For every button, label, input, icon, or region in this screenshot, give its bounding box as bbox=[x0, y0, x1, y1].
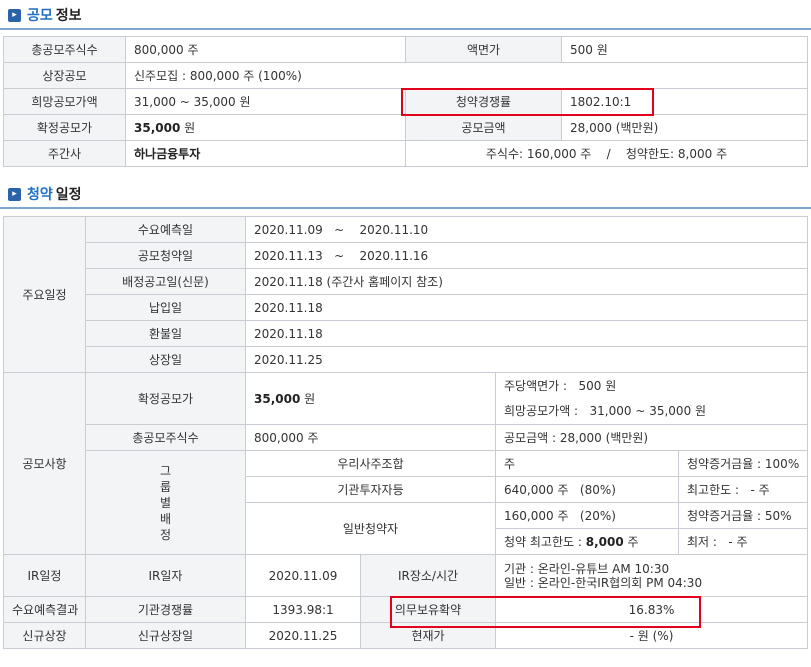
general-limit-value: 8,000 bbox=[585, 535, 624, 549]
offer-section-label: 공모사항 bbox=[3, 372, 86, 555]
final-price-unit: 원 bbox=[180, 121, 196, 135]
inst-competition-label: 기관경쟁률 bbox=[85, 596, 246, 623]
offering-title-highlight: 공모 bbox=[27, 8, 53, 24]
bullet-arrow-icon: ▸ bbox=[8, 187, 21, 201]
schedule-label: 공모청약일 bbox=[85, 242, 246, 269]
offering-divider bbox=[0, 28, 811, 30]
final-price-label: 확정공모가 bbox=[3, 114, 126, 141]
confirmed-price-value: 35,000 bbox=[254, 392, 301, 406]
par-value: 주당액면가 : 500 원 bbox=[504, 378, 617, 393]
underwriter-value: 하나금융투자 bbox=[125, 140, 406, 167]
amount-label: 공모금액 bbox=[405, 114, 562, 141]
offering-table: 총공모주식수 800,000 주 액면가 500 원 상장공모 신주모집 : 8… bbox=[3, 36, 808, 167]
employee-deposit: 청약증거금율 : 100% bbox=[677, 450, 809, 477]
current-price-value: - 원 (%) bbox=[494, 622, 809, 649]
face-value-label: 액면가 bbox=[405, 36, 562, 63]
confirmed-price-cell: 35,000 원 bbox=[245, 372, 496, 425]
lockup-value: 16.83% bbox=[494, 596, 809, 623]
current-price-label: 현재가 bbox=[360, 622, 496, 649]
lockup-label: 의무보유확약 bbox=[360, 596, 496, 623]
final-price-value: 35,000 bbox=[134, 121, 181, 135]
general-limit-cell: 청약 최고한도 : 8,000 주 bbox=[495, 528, 679, 555]
group-allocation-label: 그 룹 별 배 정 bbox=[85, 450, 246, 555]
ir-label: IR일정 bbox=[3, 554, 86, 597]
inst-shares: 640,000 주 (80%) bbox=[495, 476, 679, 503]
schedule-label: 환불일 bbox=[85, 320, 246, 347]
ir-date-label: IR일자 bbox=[85, 554, 246, 597]
schedule-label: 수요예측일 bbox=[85, 216, 246, 243]
schedule-label: 배정공고일(신문) bbox=[85, 268, 246, 295]
hope-price-label: 희망공모가액 bbox=[3, 88, 126, 115]
underwriter-info: 주식수: 160,000 주 / 청약한도: 8,000 주 bbox=[405, 140, 808, 167]
general-shares: 160,000 주 (20%) bbox=[495, 502, 679, 529]
confirmed-price-unit: 원 bbox=[300, 392, 316, 406]
face-value-value: 500 원 bbox=[561, 36, 808, 63]
employee-shares: 주 bbox=[495, 450, 679, 477]
subscription-divider bbox=[0, 207, 811, 209]
inst-competition-value: 1393.98:1 bbox=[245, 596, 361, 623]
schedule-value: 2020.11.13 ~ 2020.11.16 bbox=[244, 242, 809, 269]
ir-place-cell: 기관 : 온라인-유튜브 AM 10:30 일반 : 온라인-한국IR협의회 PM… bbox=[494, 554, 809, 597]
amount-value: 28,000 (백만원) bbox=[561, 114, 808, 141]
confirmed-price-label: 확정공모가 bbox=[85, 372, 246, 425]
general-label: 일반청약자 bbox=[245, 502, 496, 555]
listing-type-value: 신주모집 : 800,000 주 (100%) bbox=[125, 62, 808, 89]
general-min: 최저 : - 주 bbox=[677, 528, 809, 555]
hope-price: 희망공모가액 : 31,000 ~ 35,000 원 bbox=[504, 403, 707, 418]
listing-type-label: 상장공모 bbox=[3, 62, 126, 89]
competition-label: 청약경쟁률 bbox=[405, 88, 562, 115]
subscription-title-highlight: 청약 bbox=[27, 187, 53, 203]
ir-date-value: 2020.11.09 bbox=[245, 554, 361, 597]
final-price-cell: 35,000 원 bbox=[125, 114, 406, 141]
subscription-table: 주요일정 수요예측일 2020.11.09 ~ 2020.11.10 공모청약일… bbox=[3, 216, 809, 649]
total-shares-label: 총공모주식수 bbox=[3, 36, 126, 63]
demand-result-label: 수요예측결과 bbox=[3, 596, 86, 623]
new-listing-label: 신규상장 bbox=[3, 622, 86, 649]
schedule-value: 2020.11.09 ~ 2020.11.10 bbox=[244, 216, 809, 243]
schedule-label: 납입일 bbox=[85, 294, 246, 321]
subscription-title-rest: 일정 bbox=[55, 187, 82, 203]
schedule-label: 상장일 bbox=[85, 346, 246, 373]
price-info-cell: 주당액면가 : 500 원희망공모가액 : 31,000 ~ 35,000 원 bbox=[494, 372, 809, 425]
schedule-value: 2020.11.18 (주간사 홈페이지 참조) bbox=[244, 268, 809, 295]
ir-place-line2: 일반 : 온라인-한국IR협의회 PM 04:30 bbox=[504, 575, 703, 590]
ir-place-line1: 기관 : 온라인-유튜브 AM 10:30 bbox=[504, 561, 670, 576]
total-shares-value: 800,000 주 bbox=[245, 424, 496, 451]
offering-title-rest: 정보 bbox=[55, 8, 82, 24]
amount-value: 공모금액 : 28,000 (백만원) bbox=[494, 424, 809, 451]
inst-max: 최고한도 : - 주 bbox=[677, 476, 809, 503]
new-listing-date-value: 2020.11.25 bbox=[245, 622, 361, 649]
bullet-arrow-icon: ▸ bbox=[8, 8, 21, 22]
general-deposit: 청약증거금율 : 50% bbox=[677, 502, 809, 529]
hope-price-value: 31,000 ~ 35,000 원 bbox=[125, 88, 406, 115]
underwriter-label: 주간사 bbox=[3, 140, 126, 167]
competition-value: 1802.10:1 bbox=[561, 88, 808, 115]
inst-label: 기관투자자등 bbox=[245, 476, 496, 503]
total-shares-label: 총공모주식수 bbox=[85, 424, 246, 451]
main-schedule-label: 주요일정 bbox=[3, 216, 86, 373]
total-shares-value: 800,000 주 bbox=[125, 36, 406, 63]
schedule-value: 2020.11.18 bbox=[244, 320, 809, 347]
new-listing-date-label: 신규상장일 bbox=[85, 622, 246, 649]
general-limit-unit: 주 bbox=[623, 535, 639, 549]
general-limit-prefix: 청약 최고한도 : bbox=[504, 535, 586, 549]
ir-place-label: IR장소/시간 bbox=[360, 554, 496, 597]
subscription-section-header: ▸ 청약 일정 bbox=[8, 182, 82, 206]
schedule-value: 2020.11.25 bbox=[244, 346, 809, 373]
schedule-value: 2020.11.18 bbox=[244, 294, 809, 321]
employee-label: 우리사주조합 bbox=[245, 450, 496, 477]
offering-section-header: ▸ 공모 정보 bbox=[8, 3, 82, 27]
